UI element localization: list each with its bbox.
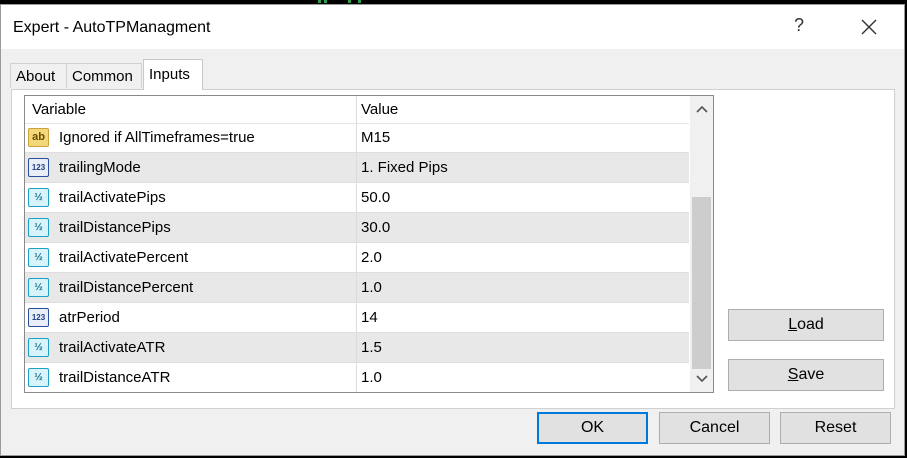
save-button[interactable]: Save <box>728 359 884 391</box>
table-row[interactable]: ab Ignored if AllTimeframes=true M15 <box>25 123 689 153</box>
variable-value[interactable]: 1.0 <box>361 279 382 296</box>
variable-value[interactable]: 2.0 <box>361 249 382 266</box>
double-icon: ½ <box>28 218 49 237</box>
save-label: ave <box>798 366 825 383</box>
table-row[interactable]: 123 trailingMode 1. Fixed Pips <box>25 153 689 183</box>
load-accel: L <box>788 316 798 333</box>
variable-value[interactable]: 1. Fixed Pips <box>361 159 448 176</box>
table-row[interactable]: ½ trailDistanceATR 1.0 <box>25 363 689 392</box>
integer-icon: 123 <box>28 158 49 177</box>
scroll-down-arrow-icon[interactable] <box>690 372 713 392</box>
variable-name: trailDistancePercent <box>59 279 194 296</box>
variable-name: trailActivatePercent <box>59 249 189 266</box>
double-icon: ½ <box>28 278 49 297</box>
tab-common-label: Common <box>72 68 133 85</box>
variable-name: atrPeriod <box>59 309 120 326</box>
double-icon: ½ <box>28 338 49 357</box>
double-icon: ½ <box>28 248 49 267</box>
table-row[interactable]: 123 atrPeriod 14 <box>25 303 689 333</box>
close-icon[interactable] <box>859 17 879 37</box>
tab-inputs-label: Inputs <box>149 66 190 83</box>
table-row[interactable]: ½ trailActivateATR 1.5 <box>25 333 689 363</box>
tab-about-label: About <box>16 68 56 85</box>
variable-name: trailActivateATR <box>59 339 166 356</box>
variable-value[interactable]: 1.5 <box>361 339 382 356</box>
variable-name: trailDistanceATR <box>59 369 171 386</box>
save-accel: S <box>787 366 799 383</box>
variable-value[interactable]: 14 <box>361 309 378 326</box>
tab-common[interactable]: Common <box>66 63 142 88</box>
cancel-button[interactable]: Cancel <box>659 412 770 444</box>
variable-name: trailActivatePips <box>59 189 166 206</box>
title-bar: Expert - AutoTPManagment ? <box>1 5 904 49</box>
table-row[interactable]: ½ trailDistancePips 30.0 <box>25 213 689 243</box>
inputs-grid: Variable Value ab Ignored if AllTimeframe… <box>24 95 714 393</box>
grid-header: Variable Value <box>25 96 689 124</box>
table-row[interactable]: ½ trailActivatePercent 2.0 <box>25 243 689 273</box>
table-row[interactable]: ½ trailDistancePercent 1.0 <box>25 273 689 303</box>
vertical-scrollbar[interactable] <box>690 96 713 392</box>
scrollbar-thumb[interactable] <box>692 197 711 369</box>
variable-value[interactable]: 30.0 <box>361 219 390 236</box>
variable-name: trailDistancePips <box>59 219 171 236</box>
variable-name: trailingMode <box>59 159 141 176</box>
double-icon: ½ <box>28 368 49 387</box>
column-divider[interactable] <box>356 96 357 392</box>
tab-about[interactable]: About <box>10 63 67 88</box>
scroll-up-arrow-icon[interactable] <box>690 102 713 122</box>
table-row[interactable]: ½ trailActivatePips 50.0 <box>25 183 689 213</box>
reset-button[interactable]: Reset <box>780 412 891 444</box>
load-label: oad <box>797 316 824 333</box>
variable-value[interactable]: 50.0 <box>361 189 390 206</box>
variable-name: Ignored if AllTimeframes=true <box>59 129 255 146</box>
variable-value[interactable]: 1.0 <box>361 369 382 386</box>
load-button[interactable]: Load <box>728 309 884 341</box>
double-icon: ½ <box>28 188 49 207</box>
column-header-value[interactable]: Value <box>361 101 398 118</box>
tab-inputs[interactable]: Inputs <box>143 59 203 90</box>
ok-button[interactable]: OK <box>537 412 648 444</box>
integer-icon: 123 <box>28 308 49 327</box>
help-icon[interactable]: ? <box>794 15 804 36</box>
window-title: Expert - AutoTPManagment <box>13 19 211 36</box>
variable-value[interactable]: M15 <box>361 129 390 146</box>
column-header-variable[interactable]: Variable <box>32 101 86 118</box>
string-icon: ab <box>28 128 49 147</box>
